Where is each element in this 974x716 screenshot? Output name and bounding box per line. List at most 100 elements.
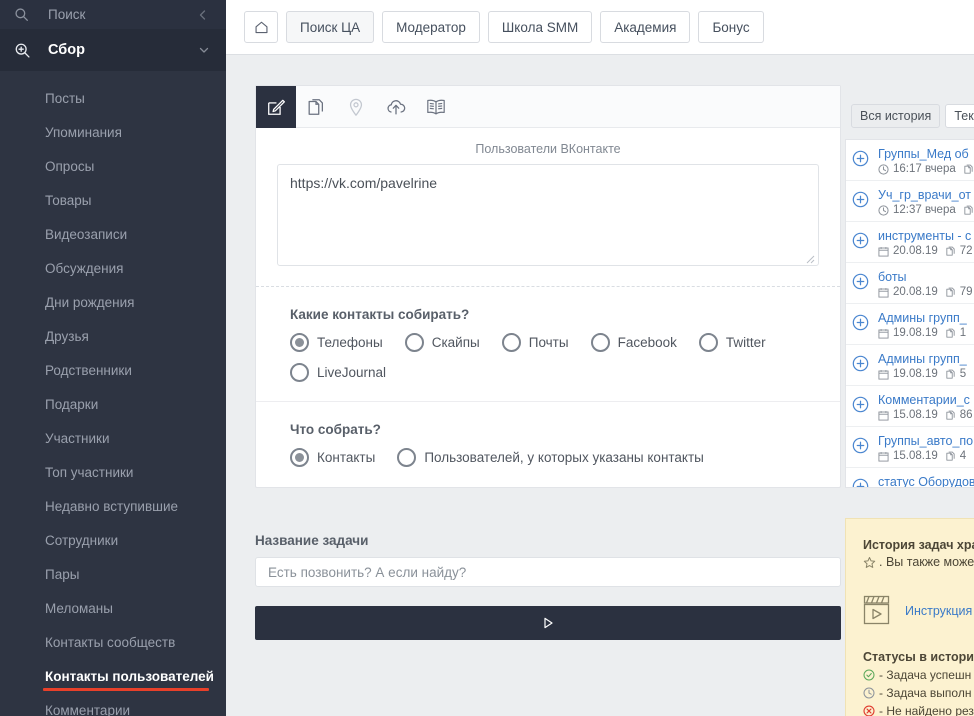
sidebar-item-5[interactable]: Обсуждения [0,251,226,285]
radio-option-1[interactable]: Пользователей, у которых указаны контакт… [397,448,704,467]
sidebar-item-2[interactable]: Опросы [0,149,226,183]
active-underline [43,688,209,691]
plus-circle-icon[interactable] [852,393,874,413]
sidebar-item-18[interactable]: Комментарии [0,693,226,716]
form-tab-4[interactable] [416,86,456,128]
sidebar-item-17[interactable]: Контакты пользователей [0,659,226,693]
radio-unchecked-icon[interactable] [590,333,610,352]
plus-circle-icon[interactable] [852,147,874,167]
history-item[interactable]: инструменты - с 20.08.19 72 [846,222,974,263]
radio-unchecked-icon[interactable] [404,333,424,352]
history-item[interactable]: Группы_Мед об 16:17 вчера [846,140,974,181]
sidebar-item-6[interactable]: Дни рождения [0,285,226,319]
sidebar-item-13[interactable]: Сотрудники [0,523,226,557]
sidebar-item-12[interactable]: Недавно вступившие [0,489,226,523]
history-item[interactable]: Уч_гр_врачи_от 12:37 вчера [846,181,974,222]
radio-unchecked-icon[interactable] [290,363,309,382]
sidebar-item-16[interactable]: Контакты сообществ [0,625,226,659]
radio-option-0[interactable]: Телефоны [290,333,383,352]
sidebar-item-11[interactable]: Топ участники [0,455,226,489]
history-item-name[interactable]: Уч_гр_врачи_от [878,188,974,202]
history-item-name[interactable]: Группы_Мед об [878,147,974,161]
radio-option-5[interactable]: LiveJournal [290,363,386,382]
nav-button-0[interactable]: Поиск ЦА [286,11,375,43]
radio-label: Контакты [317,450,376,465]
plus-circle-icon[interactable] [852,229,874,249]
calendar-icon [878,328,889,339]
history-item-name[interactable]: инструменты - с [878,229,974,243]
sidebar-item-label: Опросы [45,158,95,174]
form-tab-2[interactable] [336,86,376,128]
history-item-name[interactable]: Группы_авто_по [878,434,974,448]
vk-users-textarea[interactable] [277,164,819,266]
radio-checked-icon[interactable] [290,448,309,467]
sidebar-group-header[interactable]: Сбор [0,29,226,71]
chevron-left-icon[interactable] [198,9,212,21]
plus-circle-icon[interactable] [852,311,874,331]
radio-option-2[interactable]: Почты [501,333,569,352]
radio-unchecked-icon[interactable] [501,333,521,352]
sidebar-item-10[interactable]: Участники [0,421,226,455]
history-item-name[interactable]: статус Оборудов [878,475,974,487]
nav-button-4[interactable]: Бонус [698,11,764,43]
pages-icon [945,246,956,257]
plus-circle-icon[interactable] [852,270,874,290]
radio-option-3[interactable]: Facebook [590,333,677,352]
history-item-name[interactable]: Комментарии_с [878,393,974,407]
video-instruction[interactable]: Инструкция [863,595,974,626]
history-item-name[interactable]: боты [878,270,974,284]
plus-circle-icon[interactable] [852,434,874,454]
radio-checked-icon[interactable] [290,333,309,352]
radio-unchecked-icon[interactable] [698,333,718,352]
sidebar-item-4[interactable]: Видеозаписи [0,217,226,251]
sidebar-item-15[interactable]: Меломаны [0,591,226,625]
history-tab-0[interactable]: Вся история [851,104,941,128]
history-item[interactable]: боты 20.08.19 79 [846,263,974,304]
history-tab-1[interactable]: Текущ [945,104,974,128]
history-item-name[interactable]: Админы групп_ [878,311,974,325]
history-item[interactable]: Админы групп_ 19.08.19 5 [846,345,974,386]
radio-option-1[interactable]: Скайпы [404,333,480,352]
radio-label: Телефоны [317,335,383,350]
history-item[interactable]: Админы групп_ 19.08.19 1 [846,304,974,345]
history-item-count: 79 [959,286,973,298]
video-instruction-link[interactable]: Инструкция [905,604,972,618]
history-item[interactable]: статус Оборудов [846,468,974,487]
history-item[interactable]: Группы_авто_по 15.08.19 4 [846,427,974,468]
chevron-down-icon[interactable] [198,44,212,56]
sidebar-search-header[interactable]: Поиск [0,0,226,29]
form-tab-1[interactable] [296,86,336,128]
sidebar-item-1[interactable]: Упоминания [0,115,226,149]
plus-circle-icon[interactable] [852,188,874,208]
task-name-input[interactable] [255,557,841,587]
zoom-in-icon [14,42,40,59]
history-item-name[interactable]: Админы групп_ [878,352,974,366]
radio-option-0[interactable]: Контакты [290,448,375,467]
nav-button-1[interactable]: Модератор [382,11,480,43]
history-item[interactable]: Комментарии_с 15.08.19 86 [846,386,974,427]
home-button[interactable] [244,11,278,43]
plus-circle-icon[interactable] [852,352,874,372]
sidebar-item-14[interactable]: Пары [0,557,226,591]
sidebar-item-9[interactable]: Подарки [0,387,226,421]
sidebar-item-7[interactable]: Друзья [0,319,226,353]
submit-task-button[interactable] [255,606,841,640]
radio-unchecked-icon[interactable] [397,448,417,467]
search-icon [14,7,40,22]
form-tab-0[interactable] [256,85,296,128]
radio-option-4[interactable]: Twitter [698,333,766,352]
form-divider [256,286,840,287]
history-item-count: 86 [959,409,973,421]
sidebar-item-3[interactable]: Товары [0,183,226,217]
sidebar-item-8[interactable]: Родственники [0,353,226,387]
history-item-date: 20.08.19 [893,245,938,257]
history-item-text: Группы_Мед об 16:17 вчера [874,147,974,175]
radio-label: Скайпы [431,335,480,350]
plus-circle-icon[interactable] [852,475,874,487]
nav-button-2[interactable]: Школа SMM [487,11,593,43]
sidebar-item-0[interactable]: Посты [0,81,226,115]
calendar-icon [878,410,889,421]
form-tabs [256,85,840,128]
nav-button-3[interactable]: Академия [600,11,691,43]
form-tab-3[interactable] [376,86,416,128]
